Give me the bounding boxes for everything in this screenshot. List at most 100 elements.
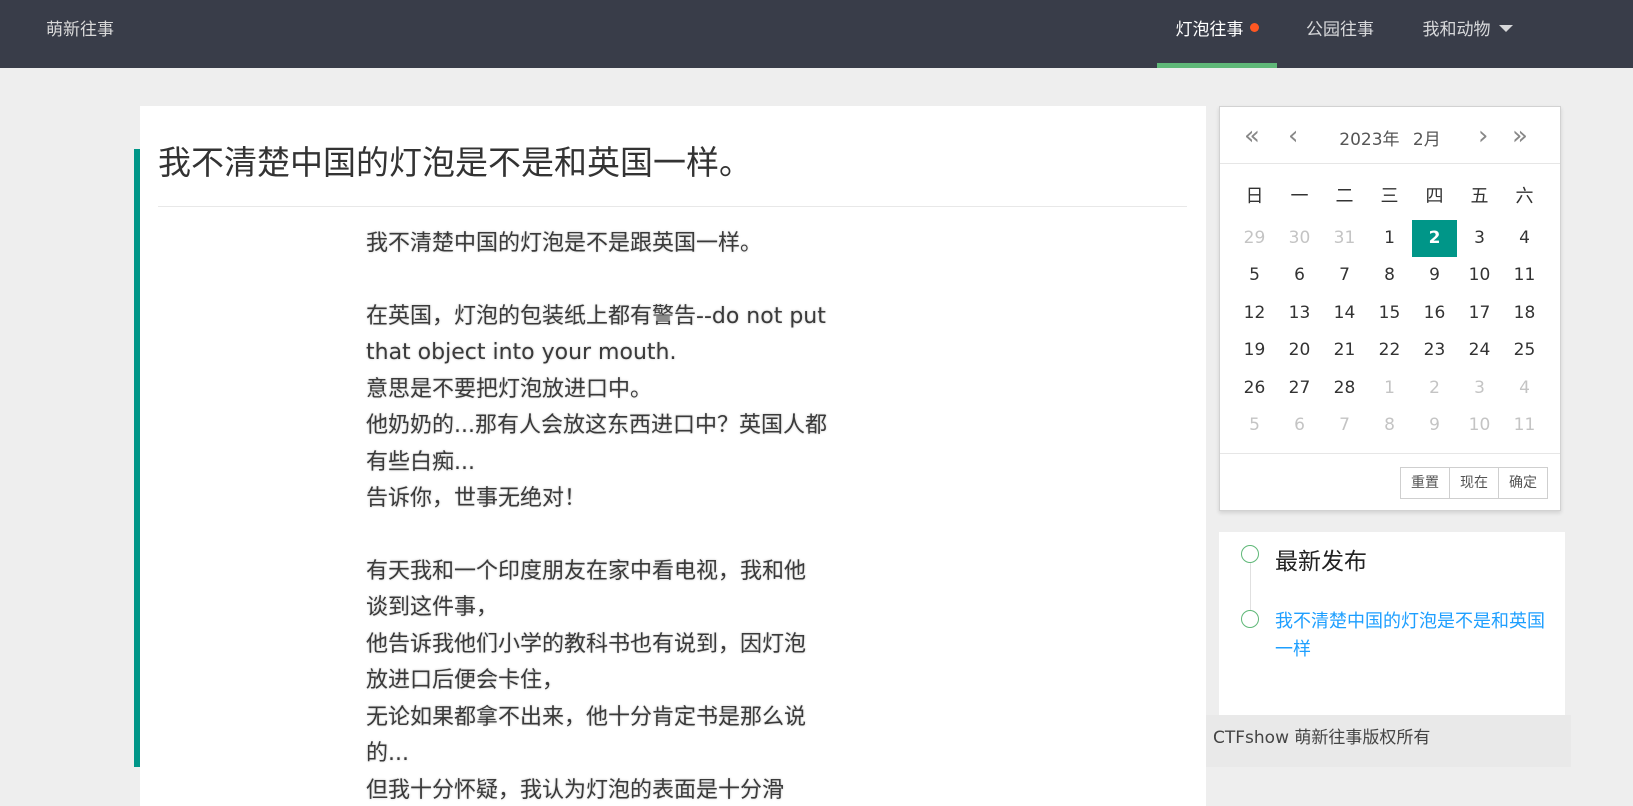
story-line: 我不清楚中国的灯泡是不是跟英国一样。 xyxy=(366,231,763,256)
year-label[interactable]: 2023年 xyxy=(1339,130,1399,150)
calendar-day[interactable]: 28 xyxy=(1322,370,1367,408)
calendar-grid: 日一二三四五六 29 30 31 1 2 3 4 5 6 7 8 9 10 11 12 13 14 15 16 17 18… xyxy=(1232,182,1548,445)
calendar-day[interactable]: 16 xyxy=(1412,295,1457,333)
calendar-day[interactable]: 4 xyxy=(1502,370,1547,408)
nav-item-bulb[interactable]: 灯泡往事 xyxy=(1157,0,1277,68)
calendar-day[interactable]: 5 xyxy=(1232,257,1277,295)
next-month-icon[interactable]: › xyxy=(1478,121,1488,151)
active-nav-indicator xyxy=(1157,63,1277,68)
calendar-day[interactable]: 27 xyxy=(1277,370,1322,408)
timeline-circle-icon xyxy=(1241,545,1259,563)
latest-post-link[interactable]: 我不清楚中国的灯泡是不是和英国一样 xyxy=(1275,608,1550,664)
title-divider xyxy=(158,206,1187,207)
year-month-label: 2023年 2月 xyxy=(1220,125,1560,150)
weekday-header-row: 日一二三四五六 xyxy=(1232,182,1548,220)
calendar-week-row: 5 6 7 8 9 10 11 xyxy=(1232,407,1548,445)
calendar-day[interactable]: 6 xyxy=(1277,257,1322,295)
nav-item-park[interactable]: 公园往事 xyxy=(1290,0,1390,68)
article-card: 我不清楚中国的灯泡是不是和英国一样。 我不清楚中国的灯泡是不是跟英国一样。 在英国… xyxy=(140,106,1206,806)
calendar-day[interactable]: 3 xyxy=(1457,370,1502,408)
latest-posts-widget: 最新发布 我不清楚中国的灯泡是不是和英国一样 xyxy=(1219,532,1565,715)
story-line: 告诉你，世事无绝对！ xyxy=(366,486,587,511)
story-line: 在英国，灯泡的包装纸上都有警告--do not put xyxy=(366,303,826,329)
calendar-day[interactable]: 30 xyxy=(1277,220,1322,258)
calendar-day[interactable]: 7 xyxy=(1322,407,1367,445)
calendar-day[interactable]: 5 xyxy=(1232,407,1277,445)
calendar-day[interactable]: 13 xyxy=(1277,295,1322,333)
calendar-day[interactable]: 4 xyxy=(1502,220,1547,258)
story-line: 有些白痴... xyxy=(366,449,475,475)
calendar-day[interactable]: 10 xyxy=(1457,257,1502,295)
calendar-day[interactable]: 31 xyxy=(1322,220,1367,258)
calendar-day[interactable]: 29 xyxy=(1232,220,1277,258)
weekday-label: 四 xyxy=(1425,186,1444,207)
story-line: 有天我和一个印度朋友在家中看电视，我和他 xyxy=(366,558,807,584)
month-label[interactable]: 2月 xyxy=(1413,130,1441,150)
reset-button[interactable]: 重置 xyxy=(1400,467,1450,499)
story-line: 意思是不要把灯泡放进口中。 xyxy=(366,376,653,402)
calendar-day[interactable]: 23 xyxy=(1412,332,1457,370)
next-year-icon[interactable]: » xyxy=(1512,121,1528,151)
story-line: that object into your mouth. xyxy=(366,340,677,365)
date-picker: « ‹ 2023年 2月 › » 日一二三四五六 29 30 31 1 2 3 4 5 6 7 8 9 1… xyxy=(1219,106,1561,511)
calendar-day-selected[interactable]: 2 xyxy=(1412,219,1457,257)
nav-item-animals[interactable]: 我和动物 xyxy=(1410,0,1525,68)
calendar-week-row: 19 20 21 22 23 24 25 xyxy=(1232,332,1548,370)
calendar-day[interactable]: 7 xyxy=(1322,257,1367,295)
calendar-day[interactable]: 8 xyxy=(1367,407,1412,445)
now-button[interactable]: 现在 xyxy=(1449,467,1499,499)
calendar-day[interactable]: 14 xyxy=(1322,295,1367,333)
story-line: 放进口后便会卡住， xyxy=(366,668,565,693)
weekday-label: 二 xyxy=(1335,186,1354,207)
weekday-label: 三 xyxy=(1380,186,1399,207)
nav-item-label: 灯泡往事 xyxy=(1175,20,1244,40)
calendar-day[interactable]: 1 xyxy=(1367,370,1412,408)
calendar-day[interactable]: 20 xyxy=(1277,332,1322,370)
weekday-label: 六 xyxy=(1515,186,1534,207)
calendar-day[interactable]: 3 xyxy=(1457,220,1502,258)
nav-item-label: 公园往事 xyxy=(1306,20,1374,40)
site-brand[interactable]: 萌新往事 xyxy=(46,0,114,60)
calendar-day[interactable]: 11 xyxy=(1502,257,1547,295)
calendar-day[interactable]: 8 xyxy=(1367,257,1412,295)
calendar-day[interactable]: 2 xyxy=(1412,370,1457,408)
weekday-label: 日 xyxy=(1245,186,1264,207)
calendar-day[interactable]: 9 xyxy=(1412,407,1457,445)
calendar-day[interactable]: 19 xyxy=(1232,332,1277,370)
story-line: 他奶奶的...那有人会放这东西进口中？英国人都 xyxy=(366,413,827,438)
calendar-day[interactable]: 21 xyxy=(1322,332,1367,370)
story-line: 他告诉我他们小学的教科书也有说到，因灯泡 xyxy=(366,631,807,657)
calendar-day[interactable]: 22 xyxy=(1367,332,1412,370)
calendar-day[interactable]: 9 xyxy=(1412,257,1457,295)
calendar-week-row: 26 27 28 1 2 3 4 xyxy=(1232,370,1548,408)
top-nav-bar: 萌新往事 灯泡往事 公园往事 我和动物 xyxy=(0,0,1633,68)
caret-down-icon xyxy=(1498,25,1513,32)
calendar-day[interactable]: 24 xyxy=(1457,332,1502,370)
calendar-day[interactable]: 10 xyxy=(1457,407,1502,445)
confirm-button[interactable]: 确定 xyxy=(1498,467,1548,499)
story-line: 但我十分怀疑，我认为灯泡的表面是十分滑 xyxy=(366,777,785,803)
calendar-week-row: 29 30 31 1 2 3 4 xyxy=(1232,219,1548,258)
weekday-label: 一 xyxy=(1290,186,1309,207)
calendar-week-row: 12 13 14 15 16 17 18 xyxy=(1232,295,1548,333)
weekday-label: 五 xyxy=(1470,186,1489,207)
latest-posts-title: 最新发布 xyxy=(1275,549,1367,575)
calendar-day[interactable]: 17 xyxy=(1457,295,1502,333)
story-line: 无论如果都拿不出来，他十分肯定书是那么说 xyxy=(366,704,807,730)
calendar-day[interactable]: 6 xyxy=(1277,407,1322,445)
calendar-day[interactable]: 1 xyxy=(1367,220,1412,258)
calendar-day[interactable]: 18 xyxy=(1502,295,1547,333)
nav-item-label: 我和动物 xyxy=(1422,20,1491,40)
calendar-day[interactable]: 11 xyxy=(1502,407,1547,445)
date-picker-header: « ‹ 2023年 2月 › » xyxy=(1220,107,1560,164)
timeline-circle-icon xyxy=(1241,610,1259,628)
article-image-text: 我不清楚中国的灯泡是不是跟英国一样。在英国，灯泡的包装纸上都有警告--do no… xyxy=(366,226,886,806)
copyright-text: CTFshow 萌新往事版权所有 xyxy=(1213,728,1431,748)
calendar-day[interactable]: 25 xyxy=(1502,332,1547,370)
calendar-week-row: 5 6 7 8 9 10 11 xyxy=(1232,257,1548,295)
notification-dot-icon xyxy=(1249,23,1259,32)
calendar-day[interactable]: 12 xyxy=(1232,295,1277,333)
calendar-day[interactable]: 15 xyxy=(1367,295,1412,333)
calendar-day[interactable]: 26 xyxy=(1232,370,1277,408)
